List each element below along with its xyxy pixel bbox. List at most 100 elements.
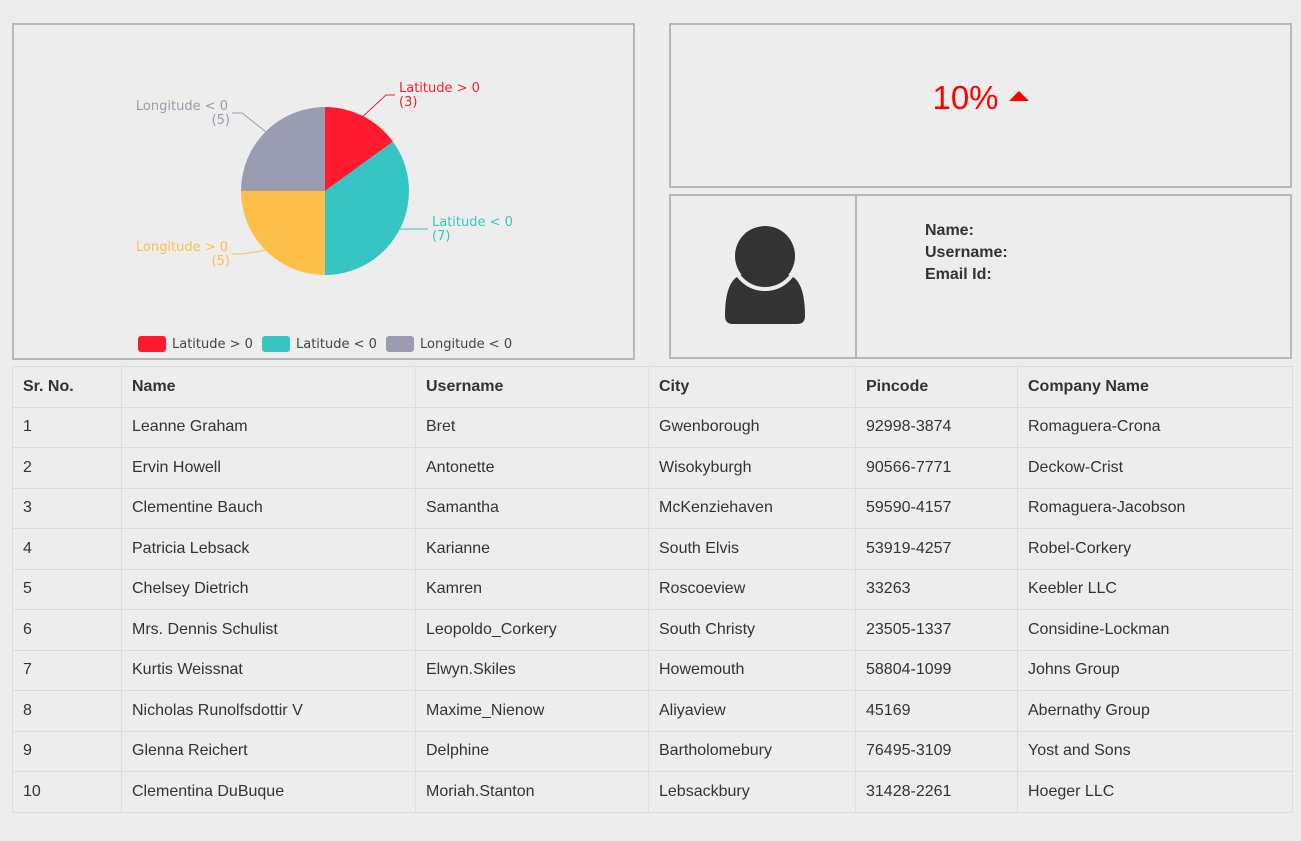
- profile-info-panel: Name: Username: Email Id:: [855, 194, 1292, 359]
- cell-username: Kamren: [415, 568, 649, 610]
- pie-value-label: (5): [212, 113, 230, 128]
- table-body: 1 Leanne Graham Bret Gwenborough 92998-3874 R…: [12, 406, 1293, 813]
- table-row: 7 Kurtis Weissnat Elwyn.Skiles Howemouth 588…: [12, 649, 1293, 691]
- cell-pincode: 92998-3874: [855, 406, 1018, 448]
- cell-name: Kurtis Weissnat: [121, 649, 416, 691]
- email-label: Email Id:: [925, 266, 992, 283]
- cell-sr-no: 10: [12, 771, 122, 813]
- cell-name: Patricia Lebsack: [121, 528, 416, 570]
- stat-panel: 10%: [669, 23, 1292, 188]
- legend-item-latitude-0[interactable]: Latitude < 0: [262, 336, 377, 352]
- cell-username: Elwyn.Skiles: [415, 649, 649, 691]
- avatar-panel: [669, 194, 857, 359]
- cell-sr-no: 5: [12, 568, 122, 610]
- cell-city: Lebsackbury: [648, 771, 856, 813]
- cell-pincode: 53919-4257: [855, 528, 1018, 570]
- cell-city: McKenziehaven: [648, 487, 856, 529]
- cell-pincode: 23505-1337: [855, 609, 1018, 651]
- cell-sr-no: 1: [12, 406, 122, 448]
- cell-name: Nicholas Runolfsdottir V: [121, 690, 416, 732]
- cell-sr-no: 2: [12, 447, 122, 489]
- legend-label: Latitude > 0: [172, 337, 253, 352]
- name-label: Name:: [925, 222, 974, 239]
- pie-label: Longitude < 0: [136, 99, 228, 114]
- cell-pincode: 76495-3109: [855, 730, 1018, 772]
- cell-username: Bret: [415, 406, 649, 448]
- cell-name: Glenna Reichert: [121, 730, 416, 772]
- cell-city: Wisokyburgh: [648, 447, 856, 489]
- cell-sr-no: 9: [12, 730, 122, 772]
- legend-swatch: [262, 336, 290, 352]
- pie-slice-longitude-0[interactable]: [241, 191, 325, 275]
- pie-value-label: (5): [212, 254, 230, 269]
- cell-username: Moriah.Stanton: [415, 771, 649, 813]
- cell-city: South Elvis: [648, 528, 856, 570]
- legend-label: Latitude < 0: [296, 337, 377, 352]
- pie-slice-longitude-0[interactable]: [241, 107, 325, 191]
- cell-name: Clementine Bauch: [121, 487, 416, 529]
- cell-pincode: 59590-4157: [855, 487, 1018, 529]
- table-row: 2 Ervin Howell Antonette Wisokyburgh 90566-7…: [12, 447, 1293, 489]
- legend-item-longitude-0[interactable]: Longitude < 0: [386, 336, 512, 352]
- table-row: 9 Glenna Reichert Delphine Bartholomebury 76…: [12, 730, 1293, 772]
- column-header-sr-no: Sr. No.: [12, 366, 122, 408]
- cell-username: Karianne: [415, 528, 649, 570]
- cell-company-name: Deckow-Crist: [1017, 447, 1293, 489]
- cell-company-name: Romaguera-Crona: [1017, 406, 1293, 448]
- cell-pincode: 45169: [855, 690, 1018, 732]
- pie-label: Latitude > 0: [399, 81, 480, 96]
- profile-info: Name: Username: Email Id:: [925, 220, 1008, 286]
- cell-sr-no: 3: [12, 487, 122, 529]
- pie-leader-line: [232, 249, 266, 255]
- cell-username: Maxime_Nienow: [415, 690, 649, 732]
- column-header-name: Name: [121, 366, 416, 408]
- cell-name: Leanne Graham: [121, 406, 416, 448]
- cell-username: Delphine: [415, 730, 649, 772]
- pie-label: Longitude > 0: [136, 240, 228, 255]
- cell-name: Mrs. Dennis Schulist: [121, 609, 416, 651]
- users-table: Sr. No. Name Username City Pincode Company Na…: [12, 366, 1293, 813]
- username-label: Username:: [925, 244, 1008, 261]
- cell-city: Bartholomebury: [648, 730, 856, 772]
- table-header-row: Sr. No. Name Username City Pincode Company Na…: [12, 366, 1293, 408]
- caret-up-icon: [1008, 91, 1029, 101]
- table-row: 8 Nicholas Runolfsdottir V Maxime_Nienow Al…: [12, 690, 1293, 732]
- cell-pincode: 31428-2261: [855, 771, 1018, 813]
- cell-sr-no: 4: [12, 528, 122, 570]
- legend-swatch: [386, 336, 414, 352]
- cell-company-name: Johns Group: [1017, 649, 1293, 691]
- cell-company-name: Considine-Lockman: [1017, 609, 1293, 651]
- legend-swatch: [138, 336, 166, 352]
- column-header-pincode: Pincode: [855, 366, 1018, 408]
- cell-company-name: Hoeger LLC: [1017, 771, 1293, 813]
- cell-sr-no: 7: [12, 649, 122, 691]
- stat-value: 10%: [932, 79, 999, 116]
- cell-company-name: Romaguera-Jacobson: [1017, 487, 1293, 529]
- cell-username: Antonette: [415, 447, 649, 489]
- table-row: 1 Leanne Graham Bret Gwenborough 92998-3874 R…: [12, 406, 1293, 448]
- pie-label: Latitude < 0: [432, 215, 513, 230]
- table-row: 6 Mrs. Dennis Schulist Leopoldo_Corkery Sou…: [12, 609, 1293, 651]
- cell-name: Chelsey Dietrich: [121, 568, 416, 610]
- cell-pincode: 58804-1099: [855, 649, 1018, 691]
- column-header-city: City: [648, 366, 856, 408]
- cell-company-name: Yost and Sons: [1017, 730, 1293, 772]
- column-header-company-name: Company Name: [1017, 366, 1293, 408]
- cell-company-name: Robel-Corkery: [1017, 528, 1293, 570]
- cell-pincode: 90566-7771: [855, 447, 1018, 489]
- cell-username: Samantha: [415, 487, 649, 529]
- cell-username: Leopoldo_Corkery: [415, 609, 649, 651]
- cell-sr-no: 8: [12, 690, 122, 732]
- cell-company-name: Keebler LLC: [1017, 568, 1293, 610]
- cell-city: Roscoeview: [648, 568, 856, 610]
- table-row: 5 Chelsey Dietrich Kamren Roscoeview 33263 Ke…: [12, 568, 1293, 610]
- column-header-username: Username: [415, 366, 649, 408]
- cell-name: Ervin Howell: [121, 447, 416, 489]
- table-row: 4 Patricia Lebsack Karianne South Elvis 5391…: [12, 528, 1293, 570]
- table-row: 3 Clementine Bauch Samantha McKenziehaven 59…: [12, 487, 1293, 529]
- cell-city: South Christy: [648, 609, 856, 651]
- chart-panel: Latitude > 0 (3) Latitude < 0 (7) Longitude …: [12, 23, 635, 360]
- cell-city: Howemouth: [648, 649, 856, 691]
- legend-item-latitude-0[interactable]: Latitude > 0: [138, 336, 253, 352]
- cell-city: Aliyaview: [648, 690, 856, 732]
